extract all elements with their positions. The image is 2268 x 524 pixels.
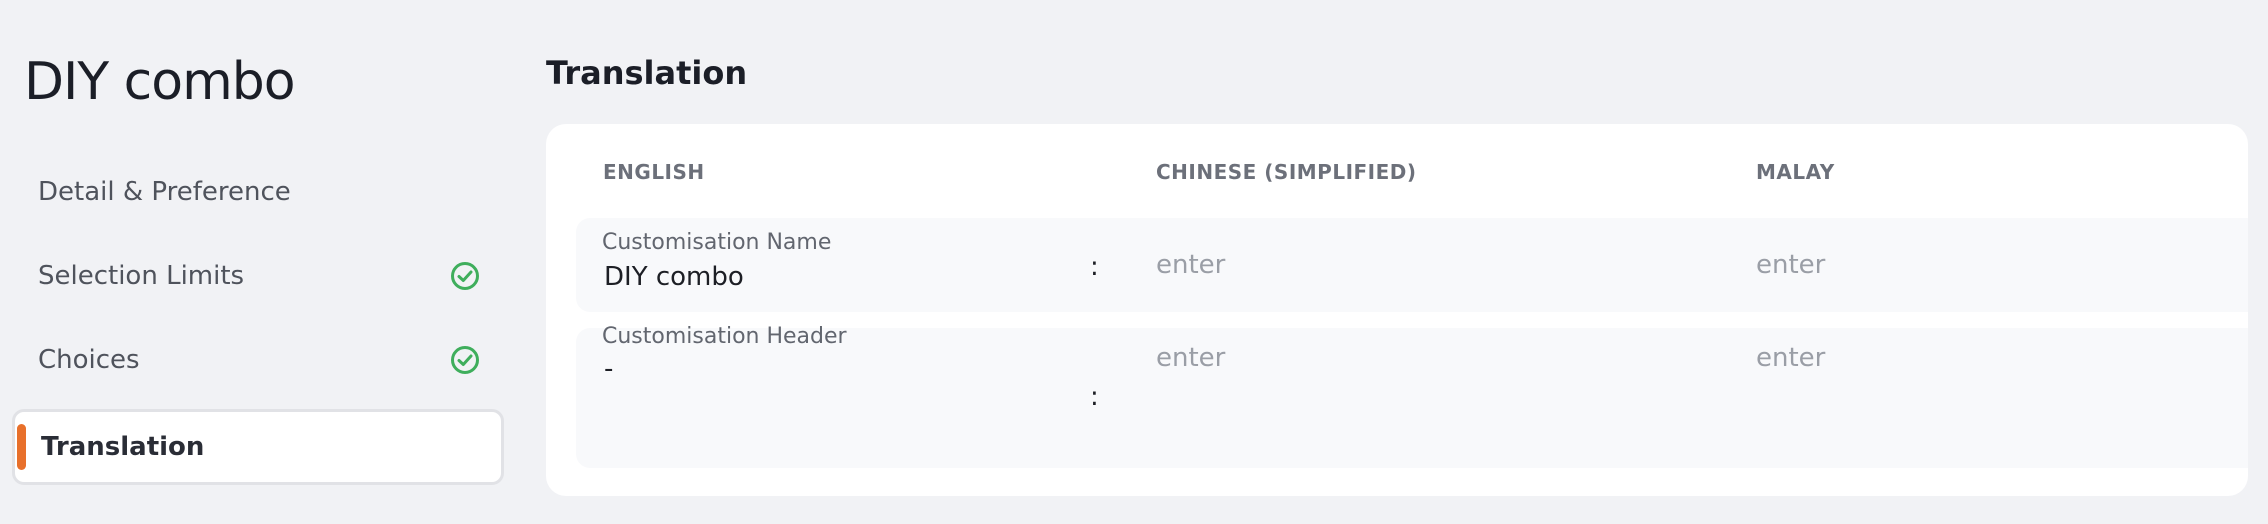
row-label: Customisation Header bbox=[602, 324, 847, 349]
column-header-chinese: CHINESE (SIMPLIFIED) bbox=[1156, 160, 1417, 184]
sidebar-item-translation[interactable]: Translation bbox=[12, 409, 504, 485]
check-circle-icon bbox=[451, 262, 479, 290]
malay-translation-input[interactable] bbox=[1756, 245, 2136, 285]
sidebar-item-detail-preference[interactable]: Detail & Preference bbox=[12, 154, 504, 230]
sidebar-item-label: Detail & Preference bbox=[38, 177, 291, 207]
sidebar-item-label: Translation bbox=[41, 432, 205, 462]
malay-translation-input[interactable] bbox=[1756, 338, 2136, 378]
check-circle-icon bbox=[451, 346, 479, 374]
sidebar-item-label: Choices bbox=[38, 345, 140, 375]
column-header-malay: MALAY bbox=[1756, 160, 1835, 184]
chinese-translation-input[interactable] bbox=[1156, 245, 1536, 285]
row-separator: : bbox=[1090, 382, 1099, 412]
column-header-english: ENGLISH bbox=[603, 160, 705, 184]
row-separator: : bbox=[1090, 252, 1099, 282]
sidebar-item-selection-limits[interactable]: Selection Limits bbox=[12, 238, 504, 314]
sidebar-item-choices[interactable]: Choices bbox=[12, 322, 504, 398]
row-english-value: - bbox=[604, 354, 614, 384]
row-label: Customisation Name bbox=[602, 230, 832, 255]
page-title: DIY combo bbox=[24, 52, 296, 112]
active-indicator bbox=[17, 424, 26, 470]
page: DIY combo Detail & Preference Selection … bbox=[0, 0, 2268, 524]
row-english-value: DIY combo bbox=[604, 262, 744, 292]
chinese-translation-input[interactable] bbox=[1156, 338, 1536, 378]
translation-row: Customisation Name DIY combo : bbox=[576, 218, 2248, 312]
translation-row: Customisation Header - : bbox=[576, 324, 2248, 468]
translation-card: ENGLISH CHINESE (SIMPLIFIED) MALAY Custo… bbox=[546, 124, 2248, 496]
section-title: Translation bbox=[546, 54, 748, 92]
sidebar-item-label: Selection Limits bbox=[38, 261, 245, 291]
sidebar: DIY combo Detail & Preference Selection … bbox=[0, 0, 520, 524]
